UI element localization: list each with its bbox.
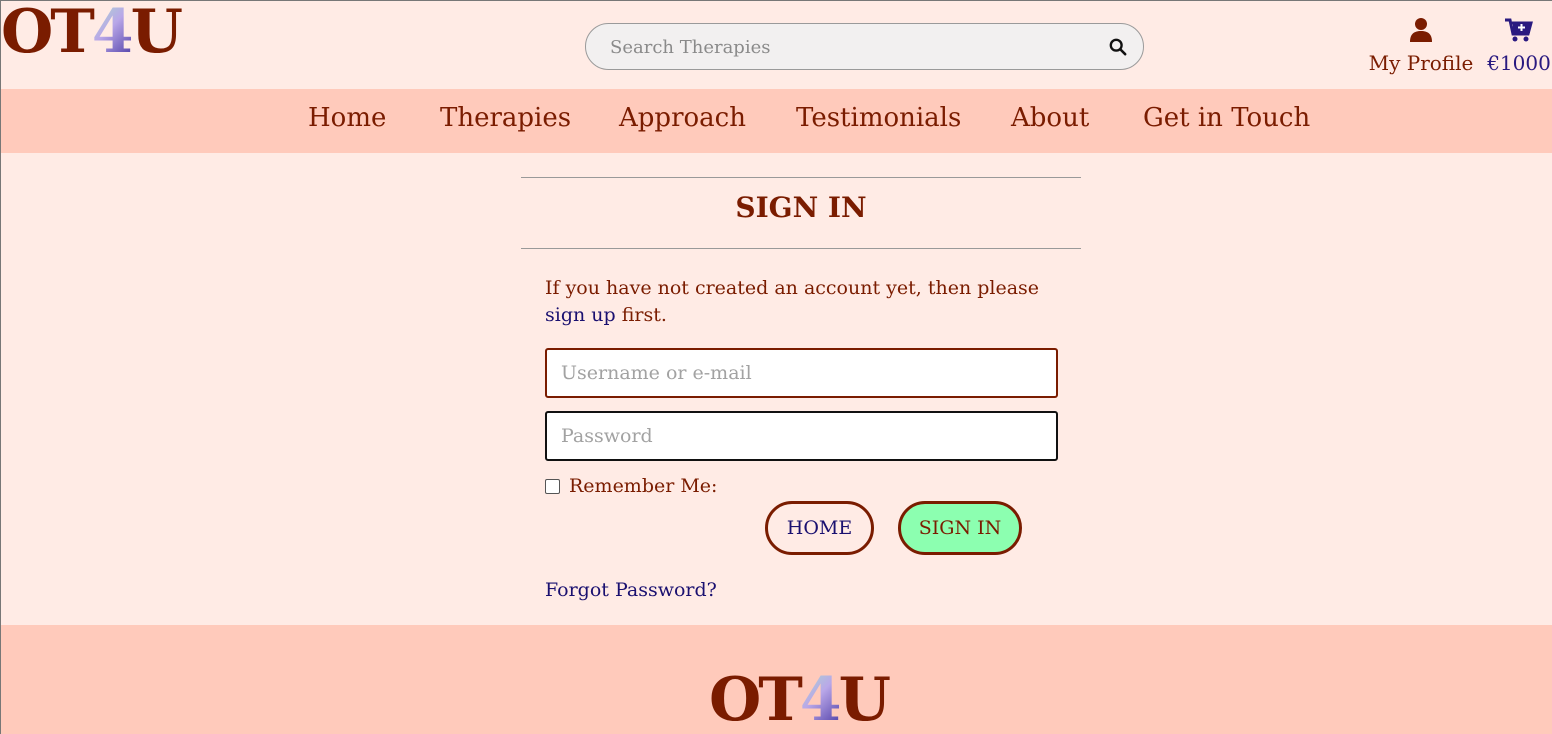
nav-about[interactable]: About (1011, 103, 1089, 133)
search-icon[interactable] (1109, 38, 1127, 56)
remember-me-checkbox[interactable] (545, 478, 560, 494)
password-input[interactable] (545, 411, 1058, 461)
user-icon (1410, 18, 1432, 42)
my-profile-label: My Profile (1368, 51, 1474, 75)
sign-up-link[interactable]: sign up (545, 304, 616, 326)
search-input[interactable] (610, 34, 1090, 60)
header: OT4U My Profile €1000 (1, 1, 1552, 89)
sign-in-button[interactable]: SIGN IN (898, 501, 1022, 555)
signup-prompt-suffix: first. (615, 304, 667, 326)
main-nav: Home Therapies Approach Testimonials Abo… (1, 89, 1552, 153)
remember-me-label: Remember Me: (569, 475, 718, 497)
signup-prompt: If you have not created an account yet, … (545, 275, 1065, 329)
bag-total: €1000 (1487, 51, 1551, 75)
site-logo[interactable]: OT4U (1, 1, 183, 63)
nav-get-in-touch[interactable]: Get in Touch (1143, 103, 1310, 133)
shopping-cart-icon (1505, 18, 1533, 42)
shopping-bag-link[interactable]: €1000 (1485, 17, 1552, 75)
username-input[interactable] (545, 348, 1058, 398)
home-button[interactable]: HOME (765, 501, 874, 555)
divider-bottom (521, 248, 1081, 249)
nav-home[interactable]: Home (308, 103, 386, 133)
divider-top (521, 177, 1081, 178)
my-profile-link[interactable]: My Profile (1367, 17, 1475, 75)
nav-therapies[interactable]: Therapies (440, 103, 571, 133)
signup-prompt-text: If you have not created an account yet, … (545, 277, 1040, 299)
page-title: SIGN IN (735, 191, 867, 224)
nav-approach[interactable]: Approach (619, 103, 746, 133)
remember-me[interactable]: Remember Me: (545, 475, 717, 497)
footer-logo: OT4U (709, 665, 891, 734)
nav-testimonials[interactable]: Testimonials (796, 103, 961, 133)
search-bar (585, 23, 1144, 70)
page: OT4U My Profile €1000 (0, 0, 1552, 734)
forgot-password-link[interactable]: Forgot Password? (545, 579, 717, 601)
